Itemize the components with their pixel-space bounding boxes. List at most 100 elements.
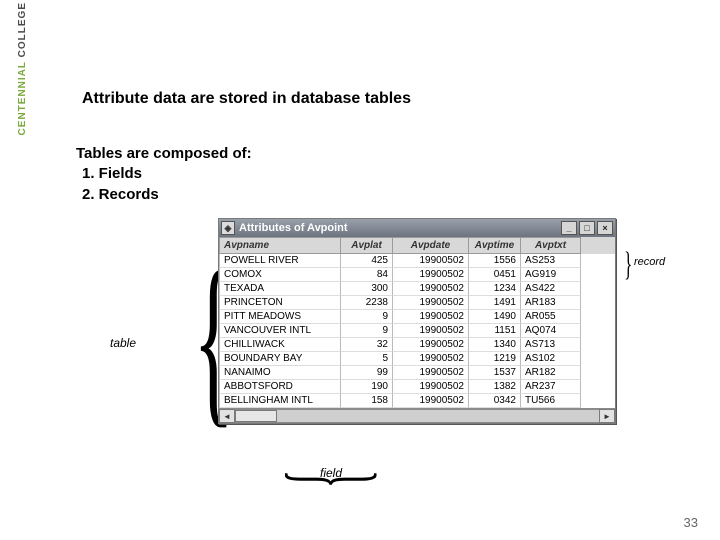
logo-word-bottom: CENTENNIAL (17, 61, 28, 135)
table-row[interactable]: BOUNDARY BAY5199005021219AS102 (219, 352, 615, 366)
cell-name: BOUNDARY BAY (219, 352, 341, 366)
cell-date: 19900502 (393, 296, 469, 310)
horizontal-scrollbar[interactable]: ◄ ► (219, 408, 615, 423)
cell-name: POWELL RIVER (219, 254, 341, 268)
brace-field: { (269, 470, 379, 488)
scroll-thumb[interactable] (235, 410, 277, 422)
col-avpdate[interactable]: Avpdate (393, 237, 469, 254)
cell-time: 1234 (469, 282, 521, 296)
table-row[interactable]: ABBOTSFORD190199005021382AR237 (219, 380, 615, 394)
cell-txt: TU566 (521, 394, 581, 408)
cell-lat: 425 (341, 254, 393, 268)
maximize-button[interactable]: □ (579, 221, 595, 235)
table-row[interactable]: POWELL RIVER425199005021556AS253 (219, 254, 615, 268)
slide-heading: Attribute data are stored in database ta… (82, 90, 690, 108)
cell-date: 19900502 (393, 282, 469, 296)
cell-time: 1490 (469, 310, 521, 324)
cell-lat: 5 (341, 352, 393, 366)
cell-lat: 2238 (341, 296, 393, 310)
table-row[interactable]: CHILLIWACK32199005021340AS713 (219, 338, 615, 352)
college-logo: COLLEGE CENTENNIAL (8, 2, 36, 122)
cell-name: TEXADA (219, 282, 341, 296)
slide-content: Attribute data are stored in database ta… (76, 90, 690, 205)
cell-lat: 32 (341, 338, 393, 352)
cell-txt: AS102 (521, 352, 581, 366)
cell-date: 19900502 (393, 324, 469, 338)
cell-lat: 99 (341, 366, 393, 380)
table-row[interactable]: PITT MEADOWS9199005021490AR055 (219, 310, 615, 324)
cell-date: 19900502 (393, 338, 469, 352)
data-grid: Avpname Avplat Avpdate Avptime Avptxt PO… (219, 237, 615, 408)
cell-txt: AR183 (521, 296, 581, 310)
table-row[interactable]: VANCOUVER INTL9199005021151AQ074 (219, 324, 615, 338)
logo-word-top: COLLEGE (17, 2, 28, 57)
grid-header: Avpname Avplat Avpdate Avptime Avptxt (219, 237, 615, 254)
intro-line: Tables are composed of: (76, 144, 690, 164)
table-row[interactable]: TEXADA300199005021234AS422 (219, 282, 615, 296)
cell-txt: AR237 (521, 380, 581, 394)
cell-date: 19900502 (393, 366, 469, 380)
cell-name: PRINCETON (219, 296, 341, 310)
cell-name: PITT MEADOWS (219, 310, 341, 324)
label-table: table (110, 336, 136, 350)
minimize-button[interactable]: _ (561, 221, 577, 235)
cell-time: 0451 (469, 268, 521, 282)
slide-body: Tables are composed of: 1. Fields 2. Rec… (76, 144, 690, 205)
window-titlebar[interactable]: ◈ Attributes of Avpoint _ □ × (219, 219, 615, 237)
cell-lat: 190 (341, 380, 393, 394)
cell-name: NANAIMO (219, 366, 341, 380)
scroll-track[interactable] (235, 409, 599, 423)
attributes-window: ◈ Attributes of Avpoint _ □ × Avpname Av… (218, 218, 616, 424)
cell-name: CHILLIWACK (219, 338, 341, 352)
cell-name: ABBOTSFORD (219, 380, 341, 394)
table-row[interactable]: NANAIMO99199005021537AR182 (219, 366, 615, 380)
cell-name: VANCOUVER INTL (219, 324, 341, 338)
cell-time: 1382 (469, 380, 521, 394)
cell-time: 1491 (469, 296, 521, 310)
cell-time: 1219 (469, 352, 521, 366)
window-title: Attributes of Avpoint (239, 222, 348, 234)
cell-date: 19900502 (393, 254, 469, 268)
attribute-table-figure: table { field { } record ◈ Attributes of… (110, 218, 670, 478)
cell-txt: AR055 (521, 310, 581, 324)
cell-lat: 9 (341, 324, 393, 338)
cell-date: 19900502 (393, 352, 469, 366)
col-avpname[interactable]: Avpname (219, 237, 341, 254)
cell-date: 19900502 (393, 310, 469, 324)
bullet-records: 2. Records (82, 185, 690, 205)
cell-time: 1556 (469, 254, 521, 268)
cell-lat: 9 (341, 310, 393, 324)
scroll-left-button[interactable]: ◄ (219, 409, 235, 423)
cell-txt: AQ074 (521, 324, 581, 338)
cell-date: 19900502 (393, 268, 469, 282)
cell-txt: AS713 (521, 338, 581, 352)
cell-txt: AG919 (521, 268, 581, 282)
cell-name: BELLINGHAM INTL (219, 394, 341, 408)
cell-date: 19900502 (393, 380, 469, 394)
cell-time: 1537 (469, 366, 521, 380)
cell-txt: AS422 (521, 282, 581, 296)
col-avptxt[interactable]: Avptxt (521, 237, 581, 254)
cell-lat: 158 (341, 394, 393, 408)
table-row[interactable]: PRINCETON2238199005021491AR183 (219, 296, 615, 310)
cell-date: 19900502 (393, 394, 469, 408)
app-icon: ◈ (221, 221, 235, 235)
cell-lat: 84 (341, 268, 393, 282)
bullet-fields: 1. Fields (82, 164, 690, 184)
label-record: record (634, 256, 665, 268)
cell-time: 1151 (469, 324, 521, 338)
cell-time: 0342 (469, 394, 521, 408)
cell-txt: AR182 (521, 366, 581, 380)
cell-txt: AS253 (521, 254, 581, 268)
col-avptime[interactable]: Avptime (469, 237, 521, 254)
cell-time: 1340 (469, 338, 521, 352)
scroll-right-button[interactable]: ► (599, 409, 615, 423)
close-button[interactable]: × (597, 221, 613, 235)
page-number: 33 (684, 515, 698, 530)
table-row[interactable]: COMOX84199005020451AG919 (219, 268, 615, 282)
table-row[interactable]: BELLINGHAM INTL158199005020342TU566 (219, 394, 615, 408)
cell-lat: 300 (341, 282, 393, 296)
brace-record: } (624, 246, 632, 284)
col-avplat[interactable]: Avplat (341, 237, 393, 254)
cell-name: COMOX (219, 268, 341, 282)
